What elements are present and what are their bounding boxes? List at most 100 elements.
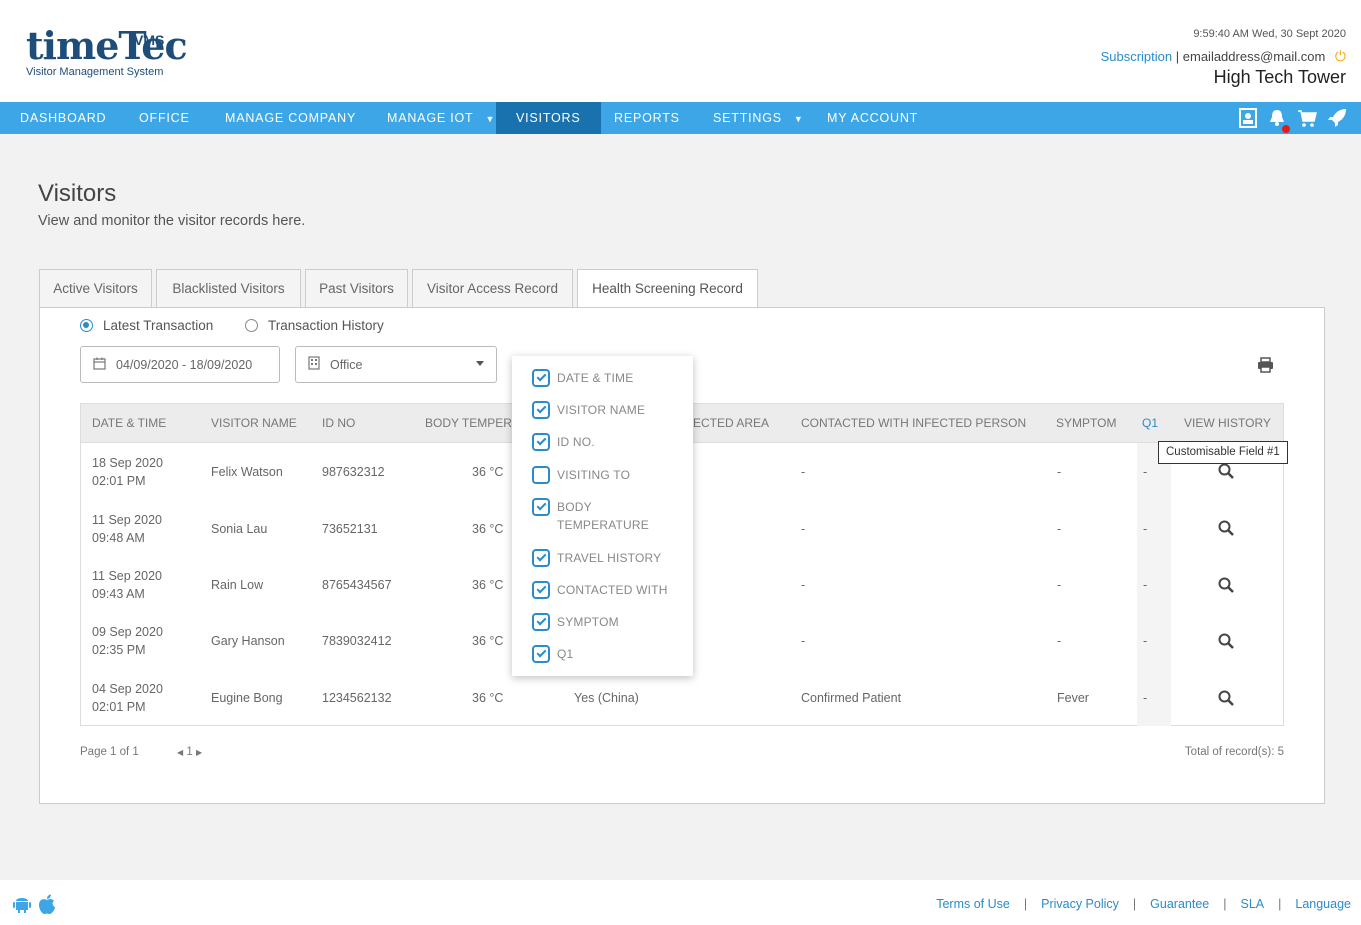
cell-visitor-name: Felix Watson	[211, 465, 283, 479]
guarantee-link[interactable]: Guarantee	[1150, 897, 1209, 911]
header-separator: |	[1175, 49, 1180, 64]
checkbox-checked-icon	[532, 433, 550, 451]
column-option-id-no[interactable]: ID NO.	[532, 433, 595, 451]
logo-subtitle: Visitor Management System	[26, 66, 164, 78]
location-select[interactable]: Office	[295, 346, 497, 383]
cell-visitor-name: Gary Hanson	[211, 634, 285, 648]
radio-latest-transaction[interactable]: Latest Transaction	[80, 318, 213, 333]
cell-visitor-name: Sonia Lau	[211, 522, 268, 536]
checkbox-checked-icon	[532, 369, 550, 387]
footer-separator: |	[1223, 897, 1227, 911]
th-view-history: VIEW HISTORY	[1184, 416, 1271, 430]
cell-q1: -	[1143, 465, 1148, 479]
cell-contacted: Confirmed Patient	[801, 691, 902, 705]
page-number-current[interactable]: 1	[186, 746, 192, 758]
cell-temperature: 36 °C	[472, 634, 504, 648]
print-icon[interactable]	[1257, 357, 1274, 378]
checkbox-unchecked-icon	[532, 466, 550, 484]
column-option-q1[interactable]: Q1	[532, 645, 573, 663]
column-option-date-time[interactable]: DATE & TIME	[532, 369, 633, 387]
cell-q1: -	[1143, 578, 1148, 592]
rocket-icon[interactable]	[1327, 108, 1347, 133]
notification-bell-icon[interactable]	[1267, 108, 1290, 133]
chevron-down-icon: ▼	[485, 114, 496, 124]
search-icon[interactable]	[1218, 633, 1234, 649]
search-icon[interactable]	[1218, 577, 1234, 593]
th-contacted-infected[interactable]: CONTACTED WITH INFECTED PERSON	[801, 404, 1026, 443]
cell-contacted: -	[801, 578, 806, 592]
th-id-no[interactable]: ID NO	[322, 404, 355, 443]
th-visitor-name[interactable]: VISITOR NAME	[211, 404, 297, 443]
tab-visitor-access-record[interactable]: Visitor Access Record	[412, 269, 573, 307]
nav-item-settings-label: SETTINGS	[713, 111, 782, 125]
footer-separator: |	[1278, 897, 1282, 911]
cell-id-no: 1234562132	[322, 691, 392, 705]
privacy-policy-link[interactable]: Privacy Policy	[1041, 897, 1119, 911]
language-link[interactable]: Language	[1295, 897, 1351, 911]
chevron-down-icon: ▼	[793, 114, 804, 124]
column-option-contacted-with[interactable]: CONTACTED WITH	[532, 581, 668, 599]
cell-contacted: -	[801, 465, 806, 479]
th-symptom[interactable]: SYMPTOM	[1056, 404, 1116, 443]
column-option-visitor-name[interactable]: VISITOR NAME	[532, 401, 645, 419]
terms-of-use-link[interactable]: Terms of Use	[936, 897, 1010, 911]
nav-item-visitors[interactable]: VISITORS	[496, 102, 601, 134]
cell-contacted: -	[801, 634, 806, 648]
nav-item-settings[interactable]: SETTINGS ▼	[693, 102, 824, 134]
cart-icon[interactable]	[1297, 108, 1317, 133]
cell-symptom: -	[1057, 465, 1062, 479]
date-range-picker[interactable]: 04/09/2020 - 18/09/2020	[80, 346, 280, 383]
search-icon[interactable]	[1218, 463, 1234, 479]
tab-health-screening-record[interactable]: Health Screening Record	[577, 269, 758, 308]
column-chooser-popup: DATE & TIME VISITOR NAME ID NO. VISITING…	[512, 356, 693, 676]
cell-id-no: 8765434567	[322, 578, 392, 592]
cell-date: 11 Sep 2020 09:43 AM	[92, 569, 162, 601]
cell-temperature: 36 °C	[472, 465, 504, 479]
cell-date: 18 Sep 2020 02:01 PM	[92, 456, 163, 488]
chevron-down-icon	[476, 361, 484, 366]
th-infected-area[interactable]: ECTED AREA	[693, 404, 769, 443]
android-icon[interactable]	[12, 894, 32, 921]
chevron-left-icon[interactable]: ◀	[177, 748, 183, 757]
profile-card-icon[interactable]	[1239, 108, 1257, 133]
nav-item-my-account[interactable]: MY ACCOUNT	[807, 102, 938, 134]
cell-travel-area: Yes (China)	[574, 691, 639, 705]
power-icon[interactable]: ⏻	[1335, 48, 1346, 64]
cell-symptom: -	[1057, 634, 1062, 648]
tab-past-visitors[interactable]: Past Visitors	[305, 269, 408, 307]
cell-q1: -	[1143, 634, 1148, 648]
chevron-right-icon[interactable]: ▶	[196, 748, 202, 757]
checkbox-checked-icon	[532, 581, 550, 599]
sla-link[interactable]: SLA	[1240, 897, 1264, 911]
apple-icon[interactable]	[37, 894, 57, 921]
cell-temperature: 36 °C	[472, 691, 504, 705]
timetec-logo[interactable]: timeTec VMS Visitor Management System	[26, 26, 188, 79]
current-datetime: 9:59:40 AM Wed, 30 Sept 2020	[1193, 28, 1346, 40]
tab-blacklisted-visitors[interactable]: Blacklisted Visitors	[156, 269, 301, 307]
column-option-travel-history[interactable]: TRAVEL HISTORY	[532, 549, 661, 567]
nav-item-dashboard[interactable]: DASHBOARD	[0, 102, 126, 134]
th-q1[interactable]: Q1	[1142, 404, 1158, 443]
calendar-icon	[93, 357, 106, 373]
cell-id-no: 987632312	[322, 465, 385, 479]
column-option-symptom[interactable]: SYMPTOM	[532, 613, 619, 631]
checkbox-checked-icon	[532, 645, 550, 663]
tab-active-visitors[interactable]: Active Visitors	[39, 269, 152, 307]
company-name: High Tech Tower	[1213, 67, 1346, 87]
nav-item-reports[interactable]: REPORTS	[594, 102, 700, 134]
th-date-time[interactable]: DATE & TIME	[92, 404, 166, 443]
column-option-body-temperature[interactable]: BODY TEMPERATURE	[532, 498, 652, 534]
search-icon[interactable]	[1218, 520, 1234, 536]
checkbox-checked-icon	[532, 498, 550, 516]
radio-transaction-history[interactable]: Transaction History	[245, 318, 384, 333]
page-indicator: Page 1 of 1	[80, 746, 139, 758]
cell-date: 11 Sep 2020 09:48 AM	[92, 513, 162, 545]
column-option-visiting-to[interactable]: VISITING TO	[532, 466, 630, 484]
th-body-temperature[interactable]: BODY TEMPERA	[425, 404, 520, 443]
search-icon[interactable]	[1218, 690, 1234, 706]
nav-item-manage-company[interactable]: MANAGE COMPANY	[205, 102, 376, 134]
nav-item-manage-iot[interactable]: MANAGE IOT ▼	[367, 102, 515, 134]
subscription-link[interactable]: Subscription	[1101, 49, 1173, 64]
nav-item-office[interactable]: OFFICE	[119, 102, 210, 134]
notification-dot	[1282, 125, 1290, 133]
